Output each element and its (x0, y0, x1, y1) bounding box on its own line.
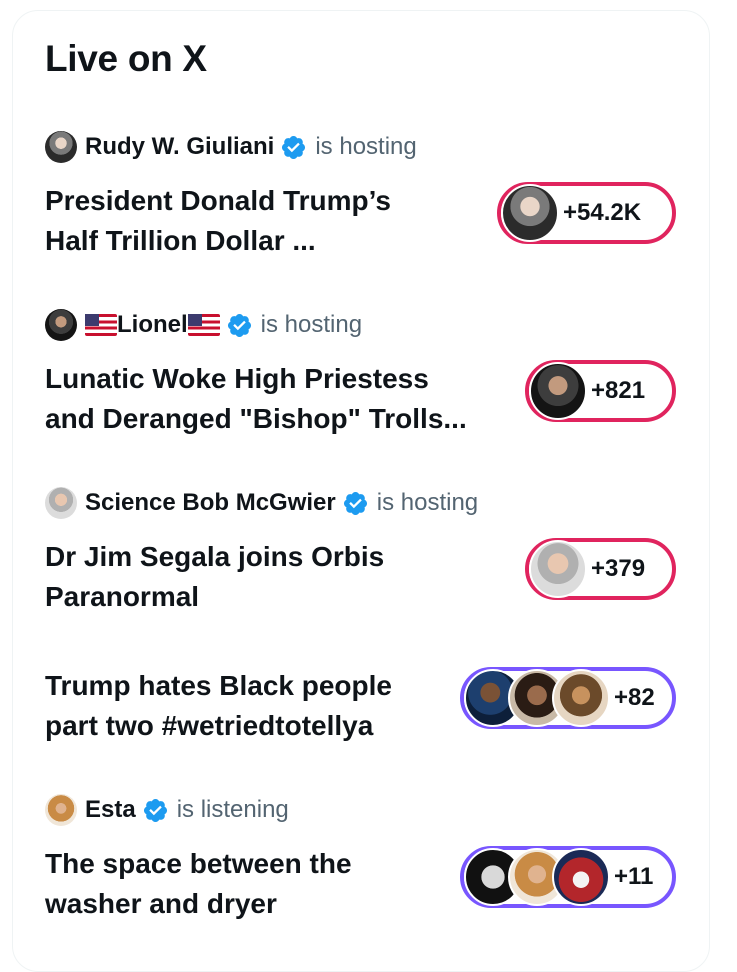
verified-badge-icon (143, 798, 167, 822)
space-title[interactable]: The space between the washer and dryer (45, 844, 495, 924)
space-title[interactable]: President Donald Trump’s Half Trillion D… (45, 181, 495, 261)
listener-avatar (552, 669, 610, 727)
host-avatar[interactable] (45, 131, 77, 163)
us-flag-icon (85, 314, 117, 336)
space-title-line: Trump hates Black people (45, 670, 392, 701)
host-name[interactable]: Rudy W. Giuliani (85, 133, 274, 161)
card-title: Live on X (45, 38, 207, 79)
host-status: is hosting (260, 311, 363, 338)
space-title[interactable]: Trump hates Black people part two #wetri… (45, 666, 495, 746)
space-title[interactable]: Dr Jim Segala joins Orbis Paranormal (45, 537, 495, 617)
space-title-line: washer and dryer (45, 888, 277, 919)
space-title-line: Paranormal (45, 581, 200, 612)
host-name[interactable]: Esta (85, 796, 136, 824)
verified-badge-icon (343, 491, 367, 515)
space-title-line: Lunatic Woke High Priestess (45, 363, 429, 394)
listener-count: +379 (591, 555, 646, 582)
host-avatar[interactable] (45, 794, 77, 826)
listeners-pill[interactable]: +11 (460, 846, 676, 908)
host-status: is hosting (376, 489, 479, 516)
listeners-pill[interactable]: +821 (525, 360, 676, 422)
space-host-line: Rudy W. Giuliani is hosting (45, 131, 417, 163)
space-title-line: Dr Jim Segala joins Orbis (45, 541, 385, 572)
listener-count: +11 (614, 863, 654, 890)
listeners-pill[interactable]: +379 (525, 538, 676, 600)
space-title-line: part two #wetriedtotellya (45, 710, 374, 741)
host-status: is hosting (315, 133, 417, 160)
us-flag-icon (187, 314, 220, 336)
verified-badge-icon (227, 313, 251, 337)
host-name[interactable]: Science Bob McGwier (85, 489, 336, 517)
space-title-line: President Donald Trump’s (45, 185, 391, 216)
space-host-line: Lionel is hosting (45, 309, 362, 341)
space-title-line: and Deranged "Bishop" Trolls... (45, 403, 467, 434)
space-host-line: Esta is listening (45, 794, 289, 826)
listener-avatar (529, 540, 587, 598)
listeners-pill[interactable]: +82 (460, 667, 676, 729)
space-host-line: Science Bob McGwier is hosting (45, 487, 478, 519)
host-avatar[interactable] (45, 487, 77, 519)
host-name[interactable]: Lionel (117, 311, 188, 339)
listener-count: +821 (591, 377, 646, 404)
listeners-pill[interactable]: +54.2K (497, 182, 676, 244)
listener-avatar (529, 362, 587, 420)
listener-count: +82 (614, 684, 655, 711)
host-avatar[interactable] (45, 309, 77, 341)
space-title-line: The space between the (45, 848, 352, 879)
capitol-avatar (552, 848, 610, 906)
listener-count: +54.2K (563, 199, 642, 226)
host-status: is listening (176, 796, 289, 823)
verified-badge-icon (282, 135, 306, 159)
space-title-line: Half Trillion Dollar ... (45, 225, 316, 256)
listener-avatar (501, 184, 559, 242)
space-title[interactable]: Lunatic Woke High Priestess and Deranged… (45, 359, 495, 439)
